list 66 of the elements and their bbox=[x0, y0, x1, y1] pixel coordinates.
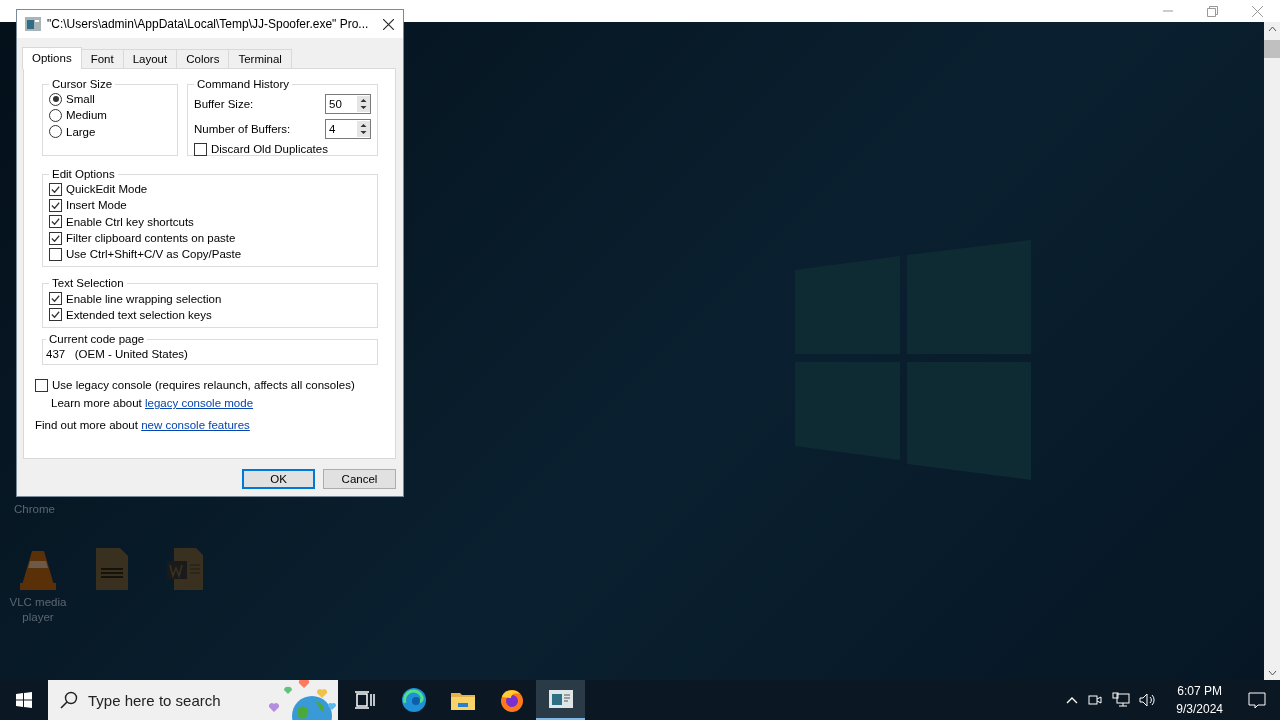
radio-label: Medium bbox=[66, 109, 107, 122]
group-title: Edit Options bbox=[51, 168, 116, 180]
folder-icon[interactable] bbox=[450, 690, 475, 710]
tab[interactable]: Options bbox=[22, 47, 82, 69]
code-page-value: 437 (OEM - United States) bbox=[46, 348, 188, 361]
checkbox[interactable] bbox=[49, 247, 62, 261]
camera-icon[interactable] bbox=[1087, 692, 1104, 708]
tab[interactable]: Terminal bbox=[228, 49, 292, 68]
tab[interactable]: Layout bbox=[122, 49, 178, 68]
number-spinner[interactable]: 4 bbox=[325, 118, 371, 139]
checkbox[interactable] bbox=[49, 292, 62, 306]
checkbox-label: Extended text selection keys bbox=[66, 308, 212, 321]
dialog-button[interactable]: Cancel bbox=[323, 469, 396, 489]
checkbox-label: Use legacy console (requires relaunch, affects all consoles) bbox=[52, 379, 355, 392]
network-icon[interactable] bbox=[1112, 692, 1131, 708]
field-label: Number of Buffers: bbox=[194, 122, 291, 135]
desktop-icon-label: VLC media player bbox=[8, 595, 68, 625]
edge-browser-icon[interactable] bbox=[400, 687, 427, 713]
checkbox-label: Use Ctrl+Shift+C/V as Copy/Paste bbox=[66, 248, 242, 261]
checkbox[interactable] bbox=[49, 308, 62, 322]
checkbox[interactable] bbox=[35, 378, 48, 392]
speaker-icon[interactable] bbox=[1139, 692, 1158, 708]
scrollbar-thumb[interactable] bbox=[1264, 40, 1280, 58]
close-icon[interactable] bbox=[383, 18, 394, 30]
search-field[interactable]: Type here to search bbox=[48, 680, 338, 720]
group-title: Command History bbox=[196, 78, 291, 90]
radio-button[interactable] bbox=[49, 125, 62, 139]
firefox-icon[interactable] bbox=[498, 687, 525, 713]
checkbox[interactable] bbox=[49, 215, 62, 229]
radio-button[interactable] bbox=[49, 92, 62, 106]
radio-label: Small bbox=[66, 93, 95, 106]
checkbox-label: Enable Ctrl key shortcuts bbox=[66, 215, 194, 228]
checkbox[interactable] bbox=[49, 182, 62, 196]
checkbox-label: Enable line wrapping selection bbox=[66, 292, 222, 305]
checkbox-label: Insert Mode bbox=[66, 199, 127, 212]
group-title: Current code page bbox=[48, 333, 146, 346]
notification-icon[interactable] bbox=[1248, 691, 1266, 709]
window-title: "C:\Users\admin\AppData\Local\Temp\JJ-Spoofer.exe" Pro... bbox=[47, 17, 370, 31]
windows-start-icon[interactable] bbox=[16, 692, 32, 708]
help-link[interactable]: new console features bbox=[141, 419, 250, 432]
field-label: Buffer Size: bbox=[194, 97, 254, 110]
checkbox[interactable] bbox=[194, 142, 207, 156]
help-link[interactable]: legacy console mode bbox=[145, 397, 254, 410]
dialog-button[interactable]: OK bbox=[242, 469, 315, 489]
help-text: Find out more about new console features bbox=[35, 419, 250, 432]
number-spinner[interactable]: 50 bbox=[325, 93, 371, 114]
radio-label: Large bbox=[66, 125, 96, 138]
console-app-icon[interactable] bbox=[548, 690, 573, 708]
console-app-icon bbox=[25, 17, 41, 31]
checkbox-label: QuickEdit Mode bbox=[66, 183, 148, 196]
search-icon bbox=[60, 691, 78, 709]
maximize-icon[interactable] bbox=[1207, 5, 1218, 17]
task-view-icon[interactable] bbox=[354, 691, 375, 709]
desktop-icon-label: Chrome bbox=[14, 502, 55, 517]
clock-time[interactable]: 6:07 PM bbox=[1177, 682, 1222, 700]
taskbar-button[interactable] bbox=[536, 680, 585, 720]
group-title: Text Selection bbox=[51, 277, 125, 290]
radio-button[interactable] bbox=[49, 108, 62, 122]
clock-date[interactable]: 9/3/2024 bbox=[1176, 700, 1223, 718]
checkbox-label: Discard Old Duplicates bbox=[211, 143, 328, 156]
checkbox[interactable] bbox=[49, 198, 62, 212]
chevron-up-icon[interactable] bbox=[1066, 696, 1079, 704]
checkbox[interactable] bbox=[49, 231, 62, 245]
group-title: Cursor Size bbox=[51, 78, 114, 90]
help-text: Learn more about legacy console mode bbox=[51, 397, 254, 410]
checkbox-label: Filter clipboard contents on paste bbox=[66, 232, 236, 245]
